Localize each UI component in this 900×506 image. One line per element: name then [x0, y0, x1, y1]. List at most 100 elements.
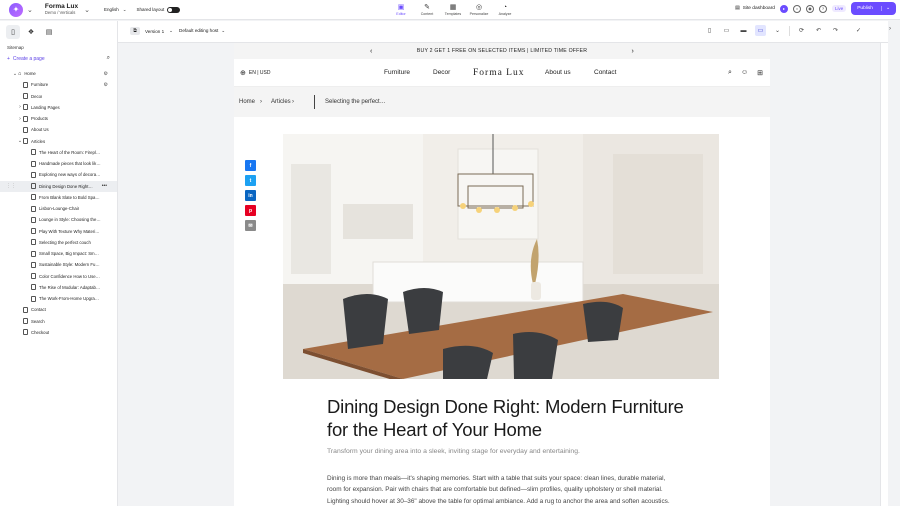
preview-icon[interactable]: ◉ [805, 4, 814, 13]
search-icon[interactable]: ⌕ [107, 55, 110, 62]
drag-handle-icon[interactable]: ⋮⋮ [6, 183, 16, 189]
sitemap-item[interactable]: Play With Texture Why Materials… [0, 226, 117, 237]
sitemap-item[interactable]: ⌄ ⌂ Home ⚙ [0, 68, 117, 79]
chevron-down-icon[interactable]: ⌄ [772, 25, 783, 36]
sitemap-item-label: Landing Pages [31, 104, 60, 110]
user-icon[interactable]: ☺ [741, 69, 748, 77]
chevron-left-icon[interactable]: ‹ [370, 48, 373, 55]
sitemap-item-label: Search [31, 318, 45, 324]
more-options-icon[interactable]: ••• [102, 183, 107, 189]
sitemap-item-label: Dining Design Done Right… [39, 183, 93, 189]
editing-host-select[interactable]: Default editing host ⌄ [179, 28, 225, 34]
sitemap-item[interactable]: Search [0, 316, 117, 327]
sitemap-item[interactable]: The Heart of the Room: Fireplace… [0, 147, 117, 158]
gear-icon[interactable]: ⚙ [104, 71, 108, 77]
divider [314, 95, 315, 109]
refresh-icon[interactable]: ⟳ [796, 25, 807, 36]
page-icon [31, 284, 36, 291]
sitemap-item[interactable]: ⋮⋮ Dining Design Done Right… ••• [0, 180, 117, 192]
live-badge[interactable]: Live [831, 5, 847, 12]
language-select[interactable]: English ⌄ [104, 7, 127, 13]
mode-content[interactable]: ✎ Content [414, 1, 440, 19]
breadcrumb-home[interactable]: Home [239, 99, 255, 105]
site-switcher[interactable]: Forma Lux Demo / Verticals [45, 3, 78, 16]
collapse-panel-icon[interactable]: › [889, 26, 891, 32]
twitter-icon[interactable]: t [245, 175, 256, 186]
sitemap-item[interactable]: › Products [0, 113, 117, 124]
site-dashboard-link[interactable]: ▤ Site dashboard [735, 6, 775, 11]
mode-editor[interactable]: ▣ Editor [388, 1, 414, 19]
sitemap-item[interactable]: Decor [0, 91, 117, 102]
promo-text: BUY 2 GET 1 FREE ON SELECTED ITEMS | LIM… [416, 48, 588, 54]
share-bar: f t in p ✉ [245, 160, 256, 231]
undo-icon[interactable]: ↶ [813, 25, 824, 36]
linkedin-icon[interactable]: in [245, 190, 256, 201]
tablet-landscape-icon[interactable]: ▬ [738, 25, 749, 36]
personalize-icon: ◎ [475, 4, 483, 11]
pages-icon[interactable]: ▯ [6, 25, 20, 39]
device-switcher: ▯ ▭ ▬ ▭ ⌄ ⟳ ↶ ↷ ✓ [704, 25, 864, 36]
version-label: Version 1 [145, 28, 165, 34]
publish-button[interactable]: Publish ⌄ [851, 2, 896, 15]
cart-icon[interactable]: ⊞ [757, 69, 763, 77]
sitemap-item[interactable]: Checkout [0, 327, 117, 338]
sitemap-item-label: Contact [31, 307, 46, 313]
nav-contact[interactable]: Contact [594, 69, 616, 76]
nav-about-us[interactable]: About us [545, 69, 571, 76]
tablet-portrait-icon[interactable]: ▭ [721, 25, 732, 36]
layers-icon[interactable]: ▤ [42, 25, 56, 39]
app-logo-icon[interactable]: ✦ [9, 2, 23, 17]
page-icon [31, 160, 36, 167]
chevron-down-icon[interactable]: ⌄ [84, 6, 90, 14]
mode-templates[interactable]: ▦ Templates [440, 1, 466, 19]
gear-icon[interactable]: ⚙ [104, 82, 108, 88]
sitemap-item[interactable]: Contact [0, 304, 117, 315]
facebook-icon[interactable]: f [245, 160, 256, 171]
pinterest-icon[interactable]: p [245, 205, 256, 216]
site-logo[interactable]: Forma Lux [473, 68, 524, 78]
components-icon[interactable]: ❖ [24, 25, 38, 39]
breadcrumb-articles[interactable]: Articles [271, 99, 291, 105]
version-select[interactable]: ⧉ Version 1 ⌄ [130, 27, 173, 35]
chevron-right-icon[interactable]: › [631, 48, 634, 55]
shared-layout-toggle[interactable] [167, 6, 181, 13]
redo-icon[interactable]: ↷ [830, 25, 841, 36]
comments-icon[interactable]: ○ [792, 4, 801, 13]
nav-decor[interactable]: Decor [433, 69, 450, 76]
sitemap-item[interactable]: The Work-From-Home Upgrade… [0, 293, 117, 304]
sitemap-item[interactable]: › Landing Pages [0, 102, 117, 113]
sitemap-item[interactable]: Lounge in Style: Choosing the… [0, 214, 117, 225]
sitemap-item[interactable]: Exploring new ways of decorating… [0, 169, 117, 180]
desktop-icon[interactable]: ▭ [755, 25, 766, 36]
sitemap-item[interactable]: From Blank Slate to Bold Space… [0, 192, 117, 203]
email-icon[interactable]: ✉ [245, 220, 256, 231]
mobile-icon[interactable]: ▯ [704, 25, 715, 36]
sitemap-item[interactable]: About Us [0, 124, 117, 135]
sitemap-item[interactable]: Lisbon-Lounge-Chair [0, 203, 117, 214]
chevron-down-icon[interactable]: ⌄ [27, 6, 33, 14]
top-bar: ✦ ⌄ Forma Lux Demo / Verticals ⌄ English… [0, 0, 900, 20]
sitemap-item[interactable]: Furniture ⚙ [0, 79, 117, 90]
sitemap-item-label: Lounge in Style: Choosing the… [39, 217, 101, 223]
sitemap-item[interactable]: ⌄ Articles [0, 136, 117, 147]
check-icon[interactable]: ✓ [853, 25, 864, 36]
chevron-down-icon[interactable]: ⌄ [880, 6, 890, 11]
sitemap-item[interactable]: Handmade pieces that look like… [0, 158, 117, 169]
locale-selector[interactable]: ⊕ EN | USD [240, 69, 270, 77]
search-icon[interactable]: ⌕ [728, 69, 732, 77]
help-icon[interactable]: ? [818, 4, 827, 13]
sitemap-item[interactable]: Small Space, Big Impact: Smart… [0, 248, 117, 259]
sitemap-item[interactable]: The Rise of Modular: Adaptable… [0, 282, 117, 293]
sitemap-item[interactable]: Sustainable Style: Modern Furniture… [0, 259, 117, 270]
nav-furniture[interactable]: Furniture [384, 69, 410, 76]
article-body: Dining is more than meals—it's shaping m… [327, 475, 670, 505]
sitemap-item[interactable]: Color Confidence How to Use… [0, 271, 117, 282]
home-icon: ⌂ [18, 70, 22, 77]
mode-personalize[interactable]: ◎ Personalize [466, 1, 492, 19]
mode-analyze[interactable]: ◔ Analyze [492, 1, 518, 19]
create-page-button[interactable]: + Create a page [7, 56, 45, 62]
sitemap-item[interactable]: Selecting the perfect couch [0, 237, 117, 248]
breadcrumb-separator-icon: › [292, 99, 294, 105]
article-title: Dining Design Done Right: Modern Furnitu… [327, 396, 684, 440]
ai-assistant-icon[interactable]: ▸ [779, 4, 788, 13]
